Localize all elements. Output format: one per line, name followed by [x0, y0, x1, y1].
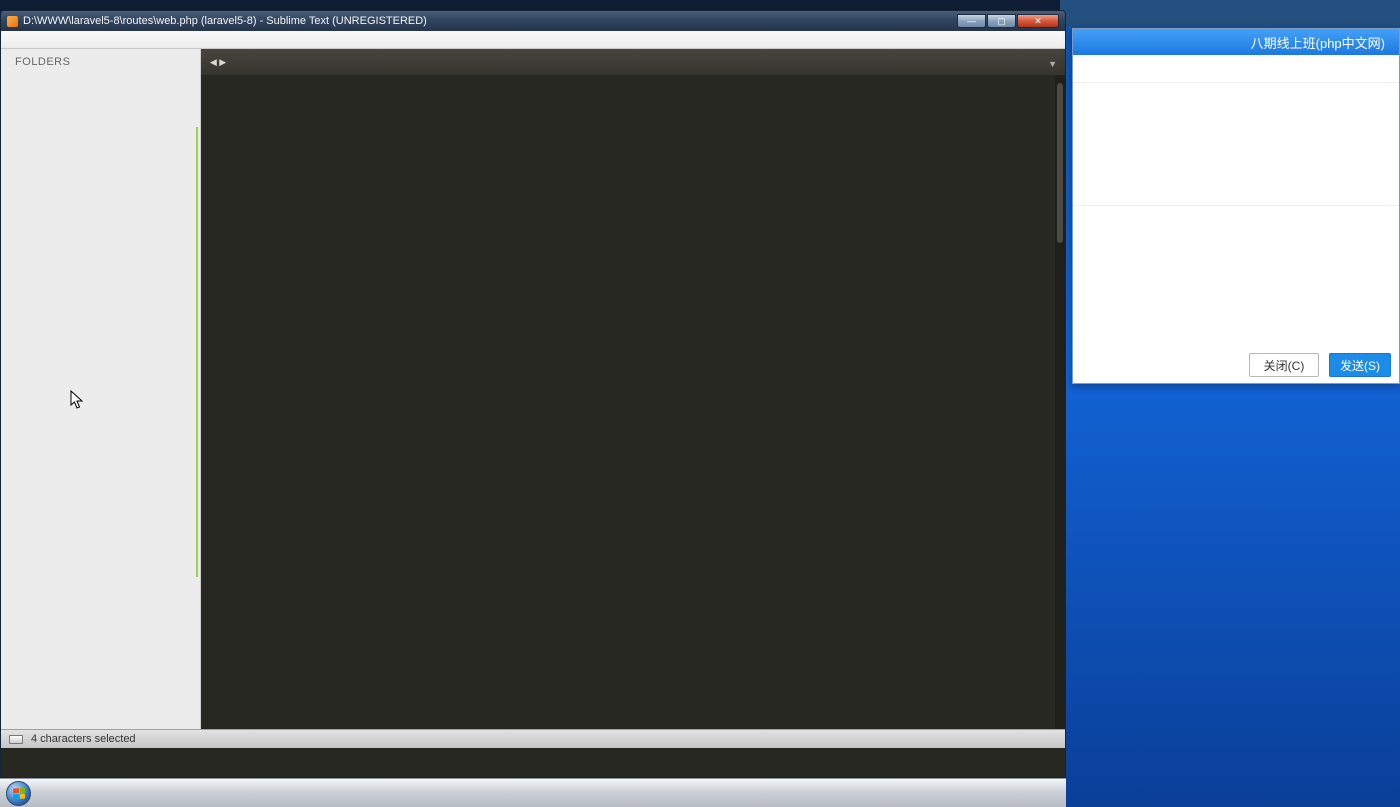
minimize-button[interactable]: —	[957, 14, 986, 28]
editor-scrollbar[interactable]	[1055, 75, 1065, 729]
chat-message-list	[1073, 83, 1399, 205]
chat-title: 八期线上班(php中文网)	[1250, 35, 1385, 51]
status-text: 4 characters selected	[31, 733, 136, 745]
chat-toolbar	[1073, 205, 1399, 229]
folders-header: FOLDERS	[15, 56, 71, 68]
editor-pane: ◀ ▶ ▼	[201, 49, 1065, 729]
sublime-window: D:\WWW\laravel5-8\routes\web.php (larave…	[0, 10, 1066, 778]
chat-button-row: 关闭(C) 发送(S)	[1073, 347, 1399, 383]
chat-window: 八期线上班(php中文网) 关闭(C) 发送(S)	[1072, 28, 1400, 384]
chat-tab-bar	[1073, 55, 1399, 83]
start-button[interactable]	[6, 780, 31, 806]
chat-send-button[interactable]: 发送(S)	[1329, 353, 1391, 377]
taskbar	[0, 778, 1066, 807]
windows-logo-icon	[12, 787, 25, 799]
menu-bar	[1, 31, 1065, 49]
status-bar: 4 characters selected	[1, 729, 1065, 748]
sidebar-scrollbar[interactable]	[196, 127, 198, 577]
window-titlebar[interactable]: D:\WWW\laravel5-8\routes\web.php (larave…	[1, 11, 1065, 31]
tab-scroll-arrows[interactable]: ◀ ▶	[201, 49, 235, 75]
close-button[interactable]: ✕	[1017, 14, 1059, 28]
tab-bar: ◀ ▶ ▼	[201, 49, 1065, 75]
window-title: D:\WWW\laravel5-8\routes\web.php (larave…	[23, 15, 427, 27]
code-editor[interactable]	[201, 75, 1065, 729]
sublime-logo-icon	[7, 15, 18, 27]
chat-close-button[interactable]: 关闭(C)	[1249, 353, 1319, 377]
maximize-button[interactable]: ▢	[987, 14, 1016, 28]
sidebar: FOLDERS	[1, 49, 201, 729]
mouse-cursor	[70, 390, 83, 409]
chat-titlebar[interactable]: 八期线上班(php中文网)	[1073, 29, 1399, 55]
tab-overflow-dropdown-icon[interactable]: ▼	[1048, 59, 1065, 75]
editor-scrollbar-thumb[interactable]	[1057, 83, 1063, 243]
chat-input[interactable]	[1073, 229, 1399, 347]
status-context-icon	[9, 734, 23, 744]
